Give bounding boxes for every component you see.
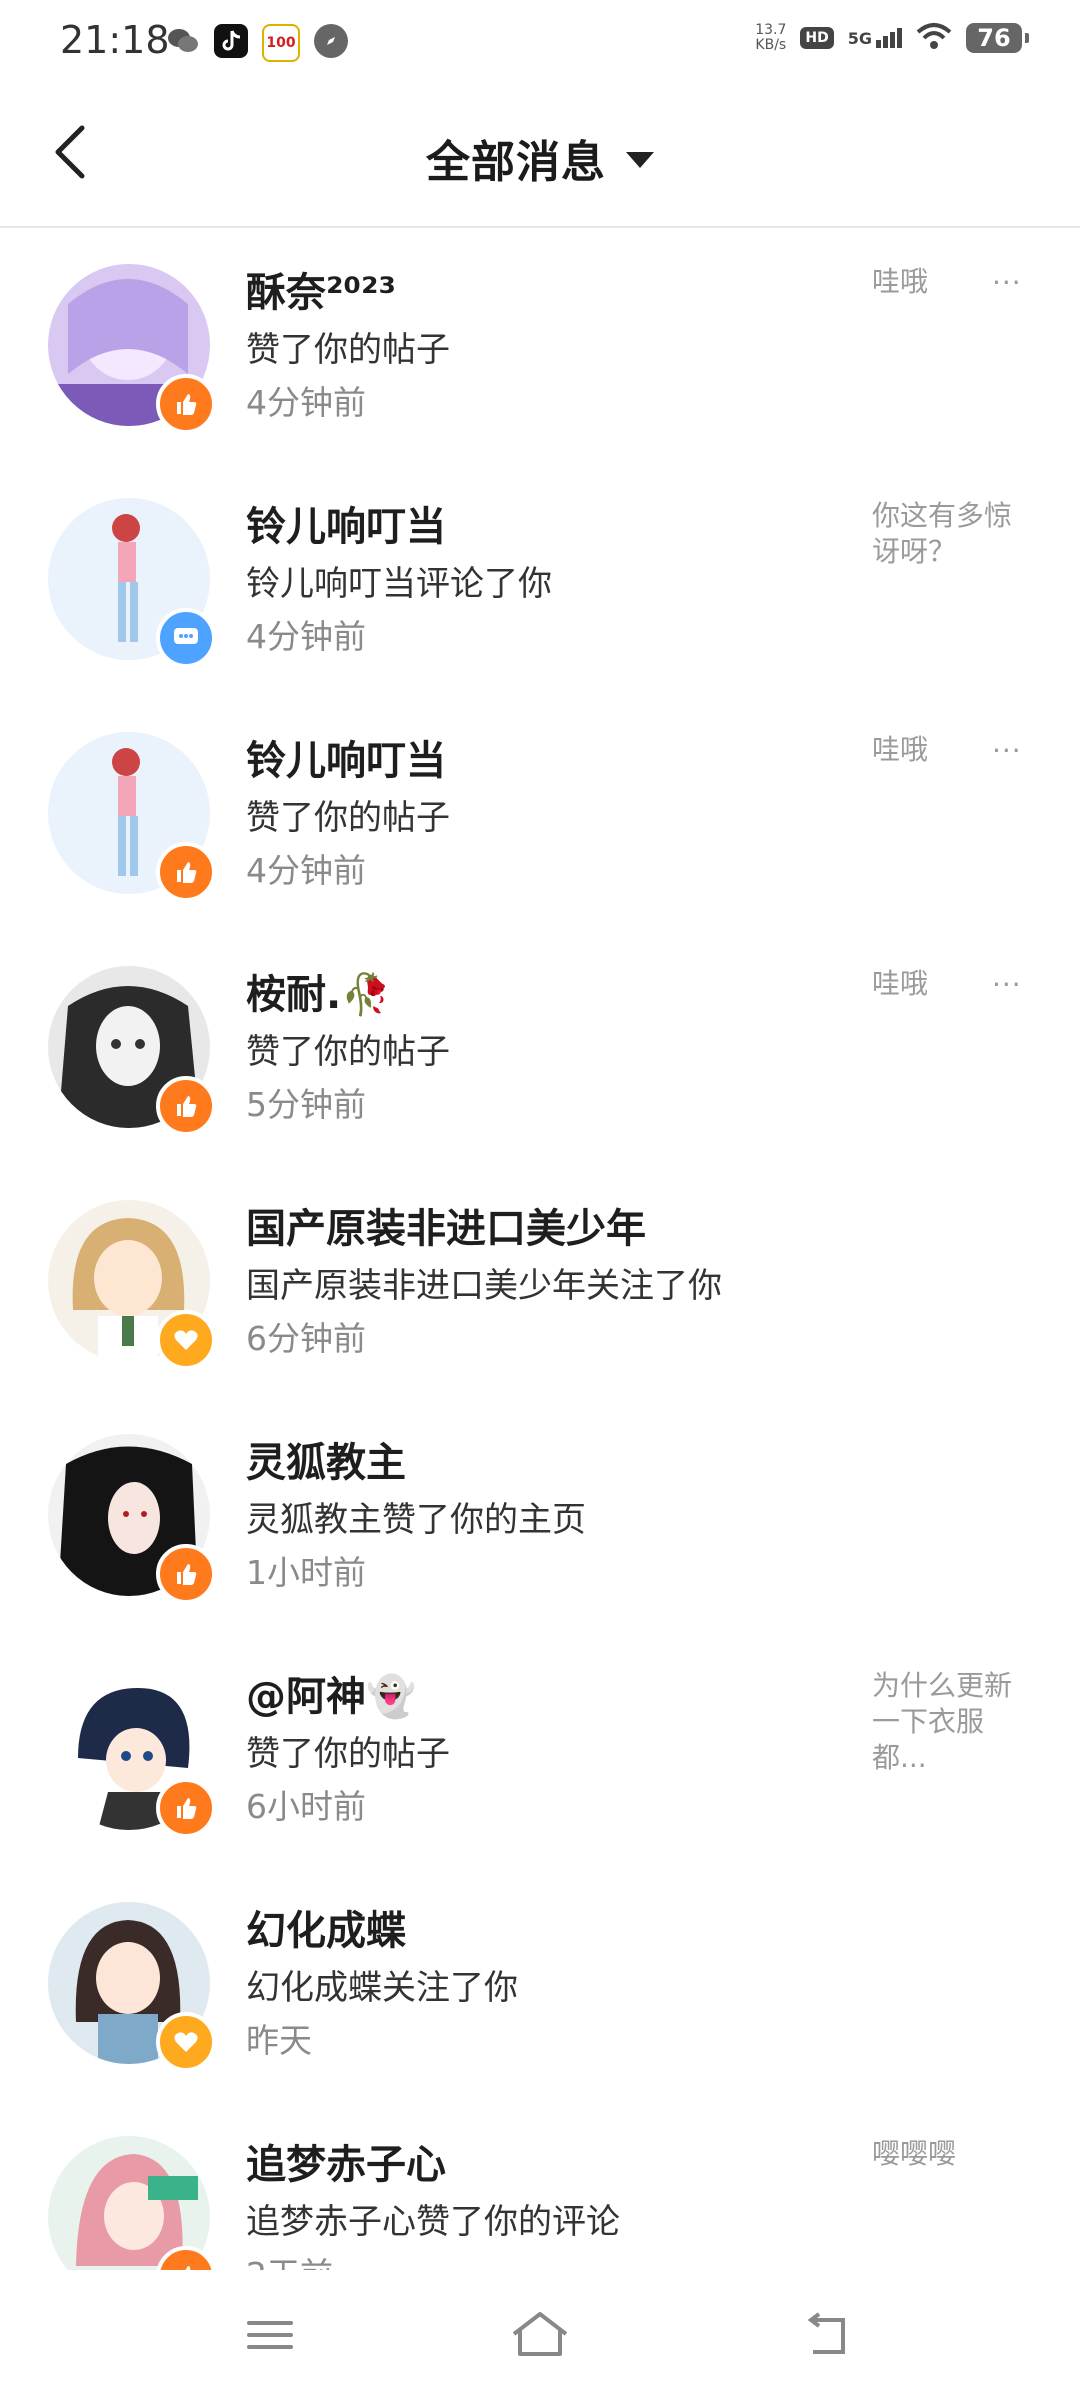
sender-name: 追梦赤子心: [246, 2142, 446, 2188]
home-button[interactable]: [500, 2300, 580, 2370]
notification-text: 赞了你的帖子: [246, 1032, 450, 1072]
notification-item[interactable]: 铃儿响叮当 赞了你的帖子 4分钟前 哇哦 ...: [0, 698, 1080, 932]
notification-list[interactable]: 酥奈²⁰²³ 赞了你的帖子 4分钟前 哇哦 ... 铃儿响叮当 铃儿响叮当评论了…: [0, 230, 1080, 2270]
thumbs-up-icon: [185, 2266, 191, 2270]
follow-badge: [156, 2012, 216, 2072]
message-filter-dropdown[interactable]: 全部消息: [0, 126, 1080, 190]
thumbs-up-icon: [177, 394, 197, 415]
sender-name: 幻化成蝶: [246, 1908, 406, 1954]
wechat-icon: [166, 24, 200, 58]
notification-time: 1小时前: [246, 1553, 366, 1592]
top-bar: 全部消息: [0, 80, 1080, 228]
status-indicators: 13.7 KB/s HD 5G 76: [755, 22, 1029, 54]
sender-name: 铃儿响叮当: [246, 504, 446, 550]
sender-name: 酥奈²⁰²³: [246, 270, 397, 316]
more-button[interactable]: ...: [992, 726, 1022, 759]
score-100-icon: 100: [262, 24, 300, 62]
notification-text: 赞了你的帖子: [246, 798, 450, 838]
tiktok-icon: [214, 24, 248, 58]
thumbs-up-icon: [177, 1798, 197, 1819]
notification-time: 6分钟前: [246, 1319, 366, 1358]
sender-name: @阿神👻: [246, 1674, 416, 1720]
notification-time: 6小时前: [246, 1787, 366, 1826]
hd-badge: HD: [800, 27, 834, 49]
sender-name: 桉耐.🥀: [246, 972, 391, 1018]
like-badge: [156, 1544, 216, 1604]
notification-item[interactable]: 幻化成蝶 幻化成蝶关注了你 昨天: [0, 1868, 1080, 2102]
home-icon: [512, 2312, 568, 2356]
menu-icon: [247, 2321, 293, 2349]
notification-time: 4分钟前: [246, 383, 366, 422]
like-badge: [156, 374, 216, 434]
notification-time: 昨天: [246, 2021, 312, 2060]
notification-time: 2天前: [246, 2248, 333, 2270]
sender-name: 灵狐教主: [246, 1440, 406, 1486]
compass-icon: [314, 24, 348, 58]
thumbs-up-icon: [177, 1096, 197, 1117]
notification-text: 赞了你的帖子: [246, 330, 450, 370]
content-preview: 你这有多惊讶呀？: [872, 499, 1013, 568]
thumbs-up-icon: [177, 862, 197, 883]
system-nav-bar: [0, 2270, 1080, 2400]
notification-item[interactable]: 国产原装非进口美少年 国产原装非进口美少年关注了你 6分钟前: [0, 1166, 1080, 1400]
follow-badge: [156, 1310, 216, 1370]
comment-badge: [156, 608, 216, 668]
like-badge: [156, 842, 216, 902]
heart-icon: [174, 2032, 198, 2052]
notification-item[interactable]: 酥奈²⁰²³ 赞了你的帖子 4分钟前 哇哦 ...: [0, 230, 1080, 464]
sender-name: 国产原装非进口美少年: [246, 1206, 646, 1252]
content-preview: 嘤嘤嘤: [872, 2137, 957, 2170]
notification-item[interactable]: 铃儿响叮当 铃儿响叮当评论了你 4分钟前 你这有多惊讶呀？: [0, 464, 1080, 698]
notification-time: 5分钟前: [246, 1085, 366, 1124]
sender-name: 铃儿响叮当: [246, 738, 446, 784]
status-time: 21:18: [60, 18, 170, 62]
notification-item[interactable]: @阿神👻 赞了你的帖子 6小时前 为什么更新一下衣服都...: [0, 1634, 1080, 1868]
notification-time: 4分钟前: [246, 851, 366, 890]
like-badge: [156, 1076, 216, 1136]
comment-icon: [174, 628, 198, 644]
net-speed: 13.7 KB/s: [755, 22, 787, 53]
wifi-icon: [916, 22, 952, 54]
notification-text: 灵狐教主赞了你的主页: [246, 1500, 586, 1540]
return-icon: [807, 2312, 845, 2354]
notification-text: 追梦赤子心赞了你的评论: [246, 2202, 620, 2242]
page-title: 全部消息: [426, 137, 606, 188]
notification-time: 4分钟前: [246, 617, 366, 656]
notification-item[interactable]: 追梦赤子心 追梦赤子心赞了你的评论 2天前 嘤嘤嘤: [0, 2102, 1080, 2270]
status-bar: 21:18 100 13.7 KB/s HD 5G 76: [0, 0, 1080, 80]
notification-text: 幻化成蝶关注了你: [246, 1968, 518, 2008]
more-button[interactable]: ...: [992, 258, 1022, 291]
notification-text: 国产原装非进口美少年关注了你: [246, 1266, 722, 1306]
notification-item[interactable]: 灵狐教主 灵狐教主赞了你的主页 1小时前: [0, 1400, 1080, 1634]
battery-indicator: 76: [966, 23, 1029, 53]
notification-text: 铃儿响叮当评论了你: [246, 564, 552, 604]
status-app-icons: 100: [166, 24, 348, 62]
notification-text: 赞了你的帖子: [246, 1734, 450, 1774]
back-nav-button[interactable]: [786, 2300, 866, 2370]
thumbs-up-icon: [177, 1564, 197, 1585]
more-button[interactable]: ...: [992, 960, 1022, 993]
content-preview: 为什么更新一下衣服都...: [872, 1669, 1013, 1774]
menu-button[interactable]: [230, 2300, 310, 2370]
like-badge: [156, 1778, 216, 1838]
heart-icon: [174, 1330, 198, 1350]
notification-item[interactable]: 桉耐.🥀 赞了你的帖子 5分钟前 哇哦 ...: [0, 932, 1080, 1166]
caret-down-icon: [626, 152, 654, 168]
signal-icon: 5G: [848, 28, 902, 48]
